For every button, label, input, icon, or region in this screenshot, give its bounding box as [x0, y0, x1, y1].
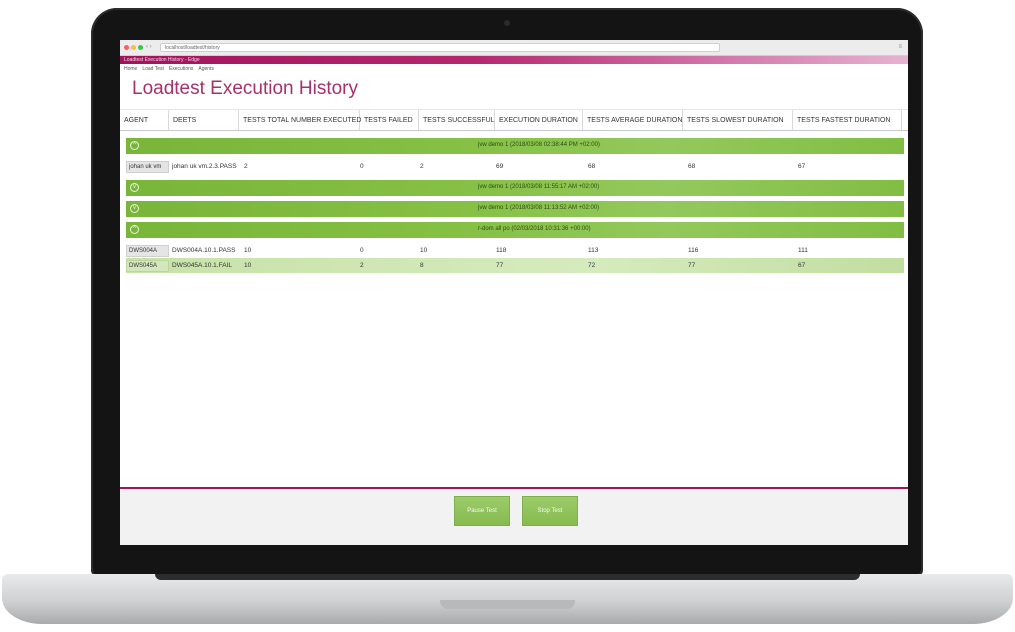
total-cell: 10: [244, 262, 252, 269]
column-agent[interactable]: AGENT: [120, 110, 169, 130]
group-label: r-dom all po (02/03/2018 10:31:36 +00:00…: [478, 226, 591, 232]
deets-cell: johan uk vm.2.3.PASS: [172, 163, 237, 170]
agent-cell: DWS004A: [126, 244, 169, 257]
fastest-cell: 67: [798, 262, 806, 269]
execution-list: ^ jvw demo 1 (2018/03/08 02:38:44 PM +02…: [120, 131, 908, 273]
execution-cell: 77: [496, 262, 504, 269]
browser-menu-icon[interactable]: ≡: [898, 44, 902, 50]
app-header-text: Loadtest Execution History - Edge: [124, 57, 200, 63]
stop-test-button[interactable]: Stop Test: [522, 496, 578, 526]
total-cell: 10: [244, 247, 252, 254]
camera-icon: [504, 20, 510, 26]
menu-item-load-test[interactable]: Load Test: [142, 66, 164, 72]
table-row[interactable]: DWS045A DWS045A.10.1.FAIL 10 2 8 77 72 7…: [126, 258, 904, 273]
group-label: jvw demo 1 (2018/03/08 11:13:52 AM +02:0…: [478, 205, 600, 211]
minimize-window-icon[interactable]: [131, 45, 136, 50]
maximize-window-icon[interactable]: [138, 45, 143, 50]
average-cell: 113: [588, 247, 599, 254]
failed-cell: 0: [360, 163, 364, 170]
menu-item-agents[interactable]: Agents: [198, 66, 214, 72]
execution-cell: 69: [496, 163, 504, 170]
column-tests-total[interactable]: TESTS TOTAL NUMBER EXECUTED: [239, 110, 361, 130]
execution-cell: 118: [496, 247, 507, 254]
expand-icon[interactable]: v: [130, 204, 139, 213]
execution-group[interactable]: v jvw demo 1 (2018/03/08 11:13:52 AM +02…: [126, 201, 904, 217]
screen: ‹ › localhost/loadtest/history ≡ Loadtes…: [120, 40, 908, 545]
average-cell: 68: [588, 163, 596, 170]
expand-icon[interactable]: v: [130, 183, 139, 192]
browser-nav[interactable]: ‹ ›: [146, 44, 152, 50]
app-header: Loadtest Execution History - Edge: [120, 56, 908, 64]
menu-item-executions[interactable]: Executions: [169, 66, 193, 72]
collapse-icon[interactable]: ^: [130, 225, 139, 234]
table-header: AGENT DEETS TESTS TOTAL NUMBER EXECUTED …: [120, 109, 908, 131]
column-tests-failed[interactable]: TESTS FAILED: [360, 110, 419, 130]
footer-bar: Pause Test Stop Test: [120, 489, 908, 545]
average-cell: 72: [588, 262, 596, 269]
browser-toolbar: ‹ › localhost/loadtest/history ≡: [120, 40, 908, 56]
execution-group[interactable]: ^ jvw demo 1 (2018/03/08 02:38:44 PM +02…: [126, 138, 904, 154]
successful-cell: 10: [420, 247, 428, 254]
total-cell: 2: [244, 163, 248, 170]
agent-cell: johan uk vm: [126, 160, 169, 173]
failed-cell: 0: [360, 247, 364, 254]
deets-cell: DWS004A.10.1.PASS: [172, 247, 236, 254]
slowest-cell: 68: [688, 163, 696, 170]
column-deets[interactable]: DEETS: [169, 110, 239, 130]
fastest-cell: 111: [798, 247, 808, 254]
fastest-cell: 67: [798, 163, 806, 170]
execution-group[interactable]: v jvw demo 1 (2018/03/08 11:55:17 AM +02…: [126, 180, 904, 196]
close-window-icon[interactable]: [124, 45, 129, 50]
window-controls: [124, 45, 143, 50]
slowest-cell: 77: [688, 262, 696, 269]
menu-bar: Home Load Test Executions Agents: [120, 64, 908, 73]
laptop-base: [2, 574, 1013, 624]
slowest-cell: 116: [688, 247, 699, 254]
pause-test-button[interactable]: Pause Test: [454, 496, 510, 526]
agent-cell: DWS045A: [126, 259, 169, 272]
page-title: Loadtest Execution History: [132, 78, 359, 99]
column-average-duration[interactable]: TESTS AVERAGE DURATION: [583, 110, 683, 130]
execution-group[interactable]: ^ r-dom all po (02/03/2018 10:31:36 +00:…: [126, 222, 904, 238]
laptop-hinge: [155, 574, 860, 580]
successful-cell: 2: [420, 163, 424, 170]
column-tests-successful[interactable]: TESTS SUCCESSFUL: [419, 110, 495, 130]
column-slowest-duration[interactable]: TESTS SLOWEST DURATION: [683, 110, 793, 130]
group-label: jvw demo 1 (2018/03/08 11:55:17 AM +02:0…: [478, 184, 600, 190]
column-fastest-duration[interactable]: TESTS FASTEST DURATION: [793, 110, 902, 130]
group-label: jvw demo 1 (2018/03/08 02:38:44 PM +02:0…: [478, 142, 600, 148]
menu-item-home[interactable]: Home: [124, 66, 137, 72]
collapse-icon[interactable]: ^: [130, 141, 139, 150]
address-bar[interactable]: localhost/loadtest/history: [160, 43, 720, 52]
deets-cell: DWS045A.10.1.FAIL: [172, 262, 232, 269]
table-row[interactable]: DWS004A DWS004A.10.1.PASS 10 0 10 118 11…: [126, 243, 904, 258]
laptop-notch: [440, 600, 575, 609]
column-execution-duration[interactable]: EXECUTION DURATION: [495, 110, 583, 130]
failed-cell: 2: [360, 262, 364, 269]
successful-cell: 8: [420, 262, 424, 269]
table-row[interactable]: johan uk vm johan uk vm.2.3.PASS 2 0 2 6…: [126, 159, 904, 174]
